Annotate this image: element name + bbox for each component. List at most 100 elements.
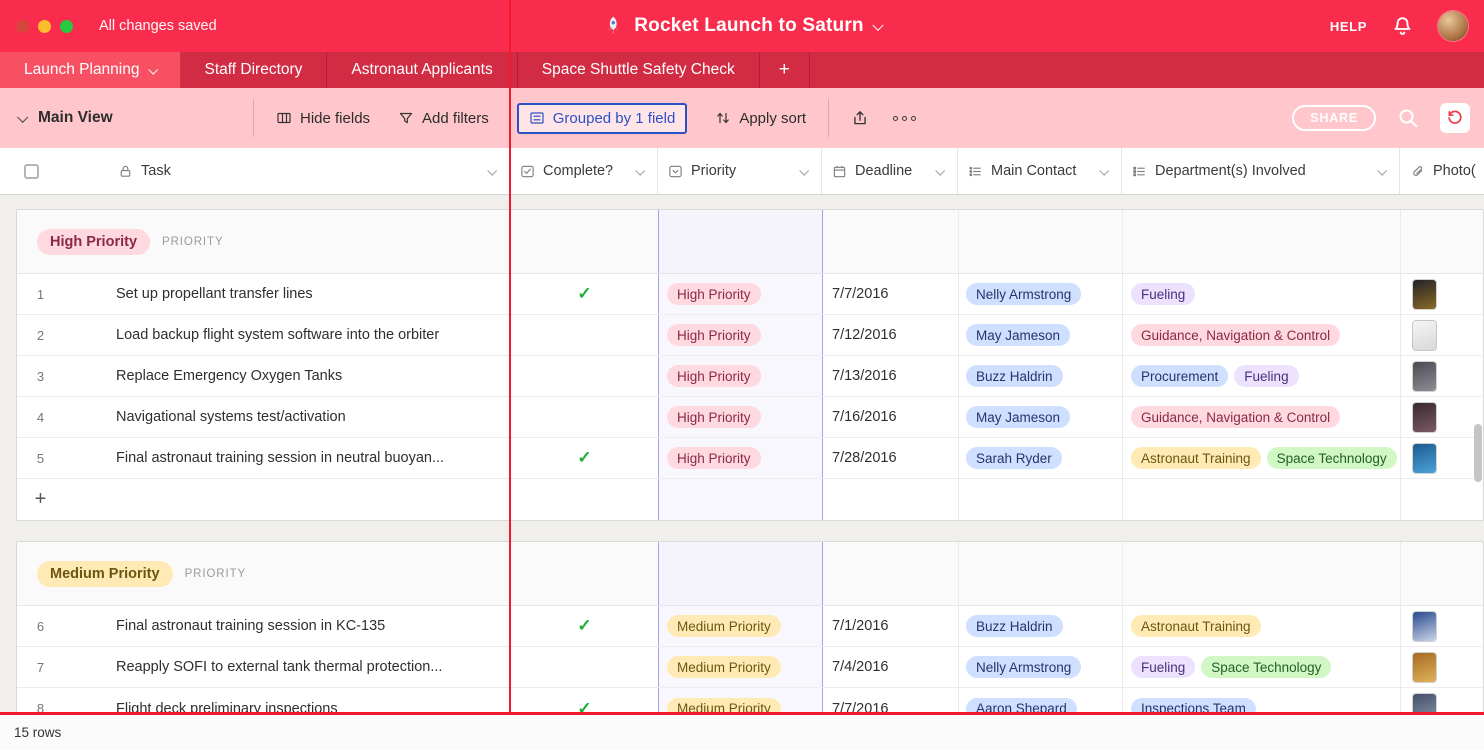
complete-cell[interactable]: ✓ (511, 274, 659, 314)
priority-cell[interactable]: Medium Priority (659, 606, 823, 646)
complete-cell[interactable]: ✓ (511, 688, 659, 714)
tab-astronaut-applicants[interactable]: Astronaut Applicants (327, 52, 517, 88)
deadline-cell[interactable]: 7/7/2016 (823, 688, 959, 714)
photo-cell[interactable] (1401, 647, 1484, 687)
deadline-cell[interactable]: 7/13/2016 (823, 356, 959, 396)
row-number[interactable]: 2 (17, 315, 64, 355)
share-view-icon[interactable] (851, 109, 869, 127)
priority-cell[interactable]: High Priority (659, 438, 823, 478)
photo-thumbnail[interactable] (1413, 362, 1436, 391)
search-icon[interactable] (1396, 106, 1420, 130)
add-record-plus-icon[interactable]: + (17, 479, 64, 520)
complete-cell[interactable] (511, 397, 659, 437)
priority-cell[interactable]: High Priority (659, 356, 823, 396)
photo-thumbnail[interactable] (1413, 444, 1436, 473)
priority-cell[interactable]: High Priority (659, 274, 823, 314)
deadline-cell[interactable]: 7/12/2016 (823, 315, 959, 355)
contact-cell[interactable]: Aaron Shepard (959, 688, 1123, 714)
task-cell[interactable]: Navigational systems test/activation (64, 397, 511, 437)
tab-staff-directory[interactable]: Staff Directory (181, 52, 328, 88)
photo-thumbnail[interactable] (1413, 694, 1436, 714)
photo-thumbnail[interactable] (1413, 612, 1436, 641)
complete-cell[interactable] (511, 315, 659, 355)
photo-cell[interactable] (1401, 438, 1484, 478)
row-number[interactable]: 6 (17, 606, 64, 646)
tab-launch-planning[interactable]: Launch Planning (0, 52, 181, 88)
deadline-cell[interactable]: 7/7/2016 (823, 274, 959, 314)
photo-cell[interactable] (1401, 606, 1484, 646)
departments-cell[interactable]: Fueling (1123, 274, 1401, 314)
task-cell[interactable]: Final astronaut training session in neut… (64, 438, 511, 478)
base-title-menu[interactable]: Rocket Launch to Saturn (602, 0, 881, 52)
add-row[interactable]: + (17, 479, 1483, 520)
task-cell[interactable]: Final astronaut training session in KC-1… (64, 606, 511, 646)
contact-cell[interactable]: Nelly Armstrong (959, 274, 1123, 314)
contact-cell[interactable]: May Jameson (959, 315, 1123, 355)
departments-cell[interactable]: Inspections Team (1123, 688, 1401, 714)
task-cell[interactable]: Reapply SOFI to external tank thermal pr… (64, 647, 511, 687)
contact-cell[interactable]: Sarah Ryder (959, 438, 1123, 478)
departments-cell[interactable]: FuelingSpace Technology (1123, 647, 1401, 687)
column-header-deadline[interactable]: Deadline (822, 148, 958, 194)
row-number[interactable]: 5 (17, 438, 64, 478)
column-header-priority[interactable]: Priority (658, 148, 822, 194)
column-header-main-contact[interactable]: Main Contact (958, 148, 1122, 194)
share-button[interactable]: SHARE (1292, 105, 1376, 131)
column-header-task[interactable]: Task (63, 148, 510, 194)
photo-thumbnail[interactable] (1413, 403, 1436, 432)
row-number[interactable]: 7 (17, 647, 64, 687)
deadline-cell[interactable]: 7/28/2016 (823, 438, 959, 478)
departments-cell[interactable]: ProcurementFueling (1123, 356, 1401, 396)
deadline-cell[interactable]: 7/1/2016 (823, 606, 959, 646)
task-cell[interactable]: Flight deck preliminary inspections (64, 688, 511, 714)
select-all-cell[interactable] (0, 148, 63, 194)
complete-cell[interactable] (511, 356, 659, 396)
add-table-button[interactable]: + (760, 52, 810, 88)
column-header-photo[interactable]: Photo( (1400, 148, 1484, 194)
select-all-checkbox[interactable] (24, 164, 39, 179)
task-cell[interactable]: Load backup flight system software into … (64, 315, 511, 355)
notifications-bell-icon[interactable] (1391, 15, 1414, 38)
priority-cell[interactable]: High Priority (659, 315, 823, 355)
row-number[interactable]: 1 (17, 274, 64, 314)
row-number[interactable]: 3 (17, 356, 64, 396)
photo-cell[interactable] (1401, 315, 1484, 355)
group-title-cell[interactable]: Medium PriorityPRIORITY (17, 542, 511, 605)
contact-cell[interactable]: Nelly Armstrong (959, 647, 1123, 687)
contact-cell[interactable]: Buzz Haldrin (959, 356, 1123, 396)
departments-cell[interactable]: Guidance, Navigation & Control (1123, 315, 1401, 355)
deadline-cell[interactable]: 7/16/2016 (823, 397, 959, 437)
complete-cell[interactable] (511, 647, 659, 687)
tab-space-shuttle-safety-check[interactable]: Space Shuttle Safety Check (518, 52, 760, 88)
complete-cell[interactable]: ✓ (511, 438, 659, 478)
row-number[interactable]: 4 (17, 397, 64, 437)
departments-cell[interactable]: Guidance, Navigation & Control (1123, 397, 1401, 437)
photo-cell[interactable] (1401, 688, 1484, 714)
photo-thumbnail[interactable] (1413, 321, 1436, 350)
photo-thumbnail[interactable] (1413, 653, 1436, 682)
photo-cell[interactable] (1401, 274, 1484, 314)
column-header-departments[interactable]: Department(s) Involved (1122, 148, 1400, 194)
photo-thumbnail[interactable] (1413, 280, 1436, 309)
complete-cell[interactable]: ✓ (511, 606, 659, 646)
departments-cell[interactable]: Astronaut Training (1123, 606, 1401, 646)
photo-cell[interactable] (1401, 397, 1484, 437)
group-title-cell[interactable]: High PriorityPRIORITY (17, 210, 511, 273)
close-window-button[interactable] (16, 20, 29, 33)
deadline-cell[interactable]: 7/4/2016 (823, 647, 959, 687)
contact-cell[interactable]: Buzz Haldrin (959, 606, 1123, 646)
add-filters-button[interactable]: Add filters (398, 110, 489, 127)
more-options-icon[interactable] (893, 116, 916, 121)
hide-fields-button[interactable]: Hide fields (276, 110, 370, 127)
row-number[interactable]: 8 (17, 688, 64, 714)
priority-cell[interactable]: High Priority (659, 397, 823, 437)
apply-sort-button[interactable]: Apply sort (715, 110, 806, 127)
column-header-complete[interactable]: Complete? (510, 148, 658, 194)
revision-history-button[interactable] (1440, 103, 1470, 133)
help-button[interactable]: HELP (1330, 19, 1367, 34)
minimize-window-button[interactable] (38, 20, 51, 33)
task-cell[interactable]: Replace Emergency Oxygen Tanks (64, 356, 511, 396)
vertical-scrollbar-thumb[interactable] (1474, 424, 1482, 482)
task-cell[interactable]: Set up propellant transfer lines (64, 274, 511, 314)
grouped-by-button[interactable]: Grouped by 1 field (517, 103, 688, 134)
